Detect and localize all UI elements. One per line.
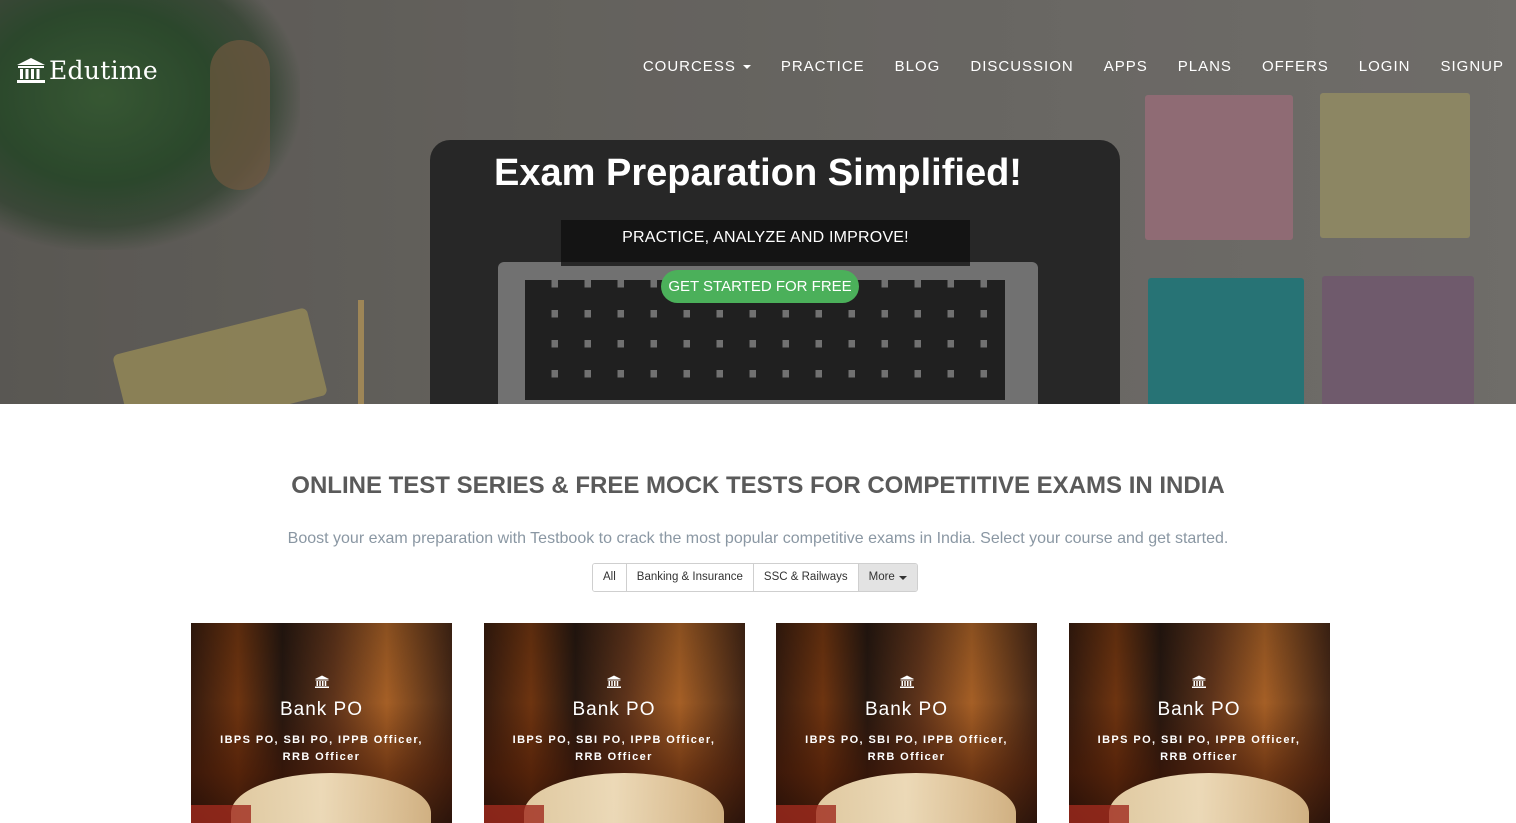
card-decor [191, 805, 251, 823]
hero-banner: Edutime COURCESS PRACTICE BLOG DISCUSSIO… [0, 0, 1516, 404]
card-decor [1068, 805, 1129, 823]
nav-item-plans[interactable]: PLANS [1178, 58, 1232, 75]
nav-item-discussion[interactable]: DISCUSSION [970, 58, 1073, 75]
chevron-down-icon [898, 575, 907, 580]
nav-item-signup[interactable]: SIGNUP [1440, 58, 1504, 75]
course-card[interactable]: Bank PO IBPS PO, SBI PO, IPPB Officer, R… [776, 623, 1037, 823]
nav-label: COURCESS [642, 58, 736, 75]
section-description: Boost your exam preparation with Testboo… [287, 530, 1229, 547]
card-decor [776, 805, 836, 823]
hero-subtitle: PRACTICE, ANALYZE AND IMPROVE! [561, 220, 970, 266]
course-cards: Bank PO IBPS PO, SBI PO, IPPB Officer, R… [191, 623, 1361, 823]
brand-name: Edutime [49, 56, 158, 85]
bank-icon [606, 675, 622, 689]
main-nav: COURCESS PRACTICE BLOG DISCUSSION APPS P… [613, 58, 1504, 75]
course-card[interactable]: Bank PO IBPS PO, SBI PO, IPPB Officer, R… [483, 623, 745, 823]
card-subtitle: IBPS PO, SBI PO, IPPB Officer, RRB Offic… [805, 734, 1008, 763]
nav-item-blog[interactable]: BLOG [895, 58, 941, 75]
nav-item-login[interactable]: LOGIN [1359, 58, 1411, 75]
section-title: ONLINE TEST SERIES & FREE MOCK TESTS FOR… [291, 472, 1225, 499]
nav-item-practice[interactable]: PRACTICE [781, 58, 865, 75]
bank-icon [899, 675, 915, 689]
bank-icon [16, 57, 46, 85]
hero-title: Exam Preparation Simplified! [494, 152, 1022, 194]
card-subtitle: IBPS PO, SBI PO, IPPB Officer, RRB Offic… [220, 734, 423, 763]
course-card[interactable]: Bank PO IBPS PO, SBI PO, IPPB Officer, R… [1068, 623, 1330, 823]
card-title: Bank PO [279, 699, 364, 720]
filter-all-button[interactable]: All [593, 564, 627, 591]
card-title: Bank PO [864, 699, 949, 720]
nav-item-apps[interactable]: APPS [1104, 58, 1148, 75]
nav-item-offers[interactable]: OFFERS [1262, 58, 1329, 75]
card-subtitle: IBPS PO, SBI PO, IPPB Officer, RRB Offic… [512, 734, 716, 763]
bank-icon [314, 675, 330, 689]
filter-banking-button[interactable]: Banking & Insurance [626, 564, 754, 591]
filter-more-label: More [868, 571, 895, 583]
card-decor [483, 805, 544, 823]
card-title: Bank PO [1157, 699, 1241, 720]
filter-ssc-button[interactable]: SSC & Railways [753, 564, 859, 591]
nav-item-courcess[interactable]: COURCESS [643, 58, 751, 75]
brand-logo[interactable]: Edutime [16, 56, 158, 85]
get-started-button[interactable]: GET STARTED FOR FREE [661, 270, 859, 303]
course-card[interactable]: Bank PO IBPS PO, SBI PO, IPPB Officer, R… [191, 623, 452, 823]
card-title: Bank PO [572, 699, 656, 720]
chevron-down-icon [742, 64, 751, 69]
filter-more-button[interactable]: More [858, 564, 917, 591]
course-filter-group: All Banking & Insurance SSC & Railways M… [592, 563, 918, 592]
card-subtitle: IBPS PO, SBI PO, IPPB Officer, RRB Offic… [1097, 734, 1301, 763]
bank-icon [1191, 675, 1207, 689]
